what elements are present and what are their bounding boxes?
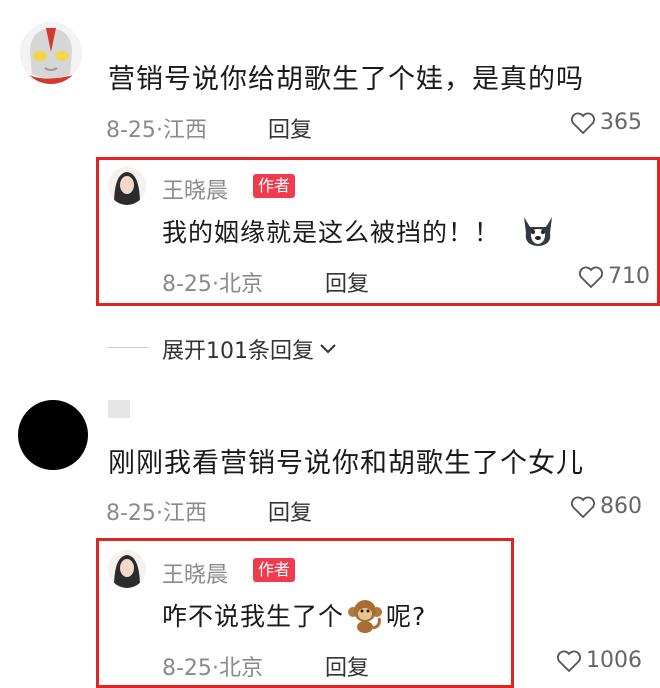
reply-button[interactable]: 回复 (325, 650, 369, 682)
husky-dog-emoji (524, 217, 553, 246)
like-button[interactable]: 365 (570, 110, 642, 135)
meta-separator: · (155, 118, 163, 143)
avatar-black[interactable] (18, 400, 88, 470)
like-button[interactable]: 710 (578, 264, 650, 289)
like-count: 860 (600, 494, 642, 519)
comment-date: 8-25 (106, 118, 156, 143)
heart-icon (571, 112, 595, 134)
comment-date: 8-25 (106, 501, 156, 526)
meta-separator: · (211, 272, 219, 297)
username-redacted (108, 400, 130, 418)
author-name[interactable]: 王晓晨 (162, 173, 228, 205)
reply-button[interactable]: 回复 (268, 495, 312, 527)
expand-replies-button[interactable]: 展开101条回复 (162, 333, 338, 365)
like-count: 710 (608, 264, 650, 289)
reply-button[interactable]: 回复 (325, 266, 369, 298)
author-reply-text-before: 咋不说我生了个 (162, 602, 345, 631)
like-button[interactable]: 860 (570, 494, 642, 519)
author-reply-text-content: 我的姻缘就是这么被挡的！！ (162, 218, 501, 247)
reply-location: 北京 (218, 272, 263, 297)
author-reply-text-after: 呢? (386, 602, 427, 631)
reply-meta: 8-25·北京 (162, 266, 263, 298)
expand-replies-label: 展开101条回复 (162, 339, 314, 364)
heart-icon (571, 496, 595, 518)
reply-location: 北京 (218, 656, 263, 681)
reply-meta: 8-25·北京 (162, 650, 263, 682)
comment-meta: 8-25·江西 (106, 112, 207, 144)
like-count: 1006 (586, 648, 642, 673)
like-button[interactable]: 1006 (556, 648, 642, 673)
meta-separator: · (155, 501, 163, 526)
comment-location: 江西 (162, 501, 207, 526)
heart-icon (557, 650, 581, 672)
expand-divider (108, 347, 148, 348)
like-count: 365 (600, 110, 642, 135)
comment-text: 营销号说你给胡歌生了个娃，是真的吗 (108, 64, 584, 95)
author-reply-text: 我的姻缘就是这么被挡的！！ (162, 213, 558, 249)
avatar-ultraman[interactable] (20, 22, 82, 84)
reply-button[interactable]: 回复 (268, 112, 312, 144)
comment-meta: 8-25·江西 (106, 495, 207, 527)
author-avatar[interactable] (108, 167, 146, 205)
reply-date: 8-25 (162, 272, 212, 297)
heart-icon (579, 266, 603, 288)
meta-separator: · (211, 656, 219, 681)
monkey-emoji (348, 600, 383, 633)
author-badge: 作者 (253, 174, 296, 198)
comment-location: 江西 (162, 118, 207, 143)
author-reply-text: 咋不说我生了个 呢? (162, 596, 426, 634)
author-name[interactable]: 王晓晨 (162, 557, 228, 589)
author-badge: 作者 (253, 558, 296, 582)
chevron-down-icon (320, 344, 336, 354)
reply-date: 8-25 (162, 656, 212, 681)
comment-text: 刚刚我看营销号说你和胡歌生了个女儿 (108, 448, 584, 479)
author-avatar[interactable] (108, 550, 146, 588)
